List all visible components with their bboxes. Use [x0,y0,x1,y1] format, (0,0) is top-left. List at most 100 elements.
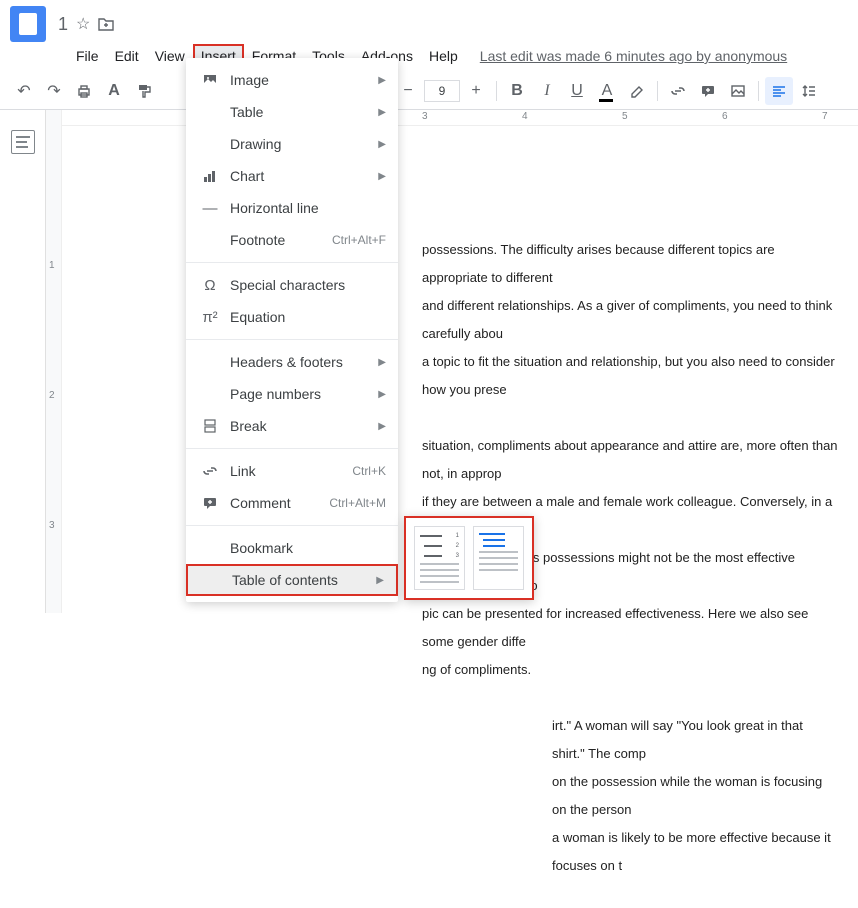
ruler-tick: 4 [522,111,528,122]
body-text: and different relationships. As a giver … [422,298,832,341]
insert-menu: Image ▶ Table ▶ Drawing ▶ Chart ▶ — Hori… [186,58,398,602]
menu-divider [186,339,398,340]
submenu-arrow-icon: ▶ [378,75,386,86]
break-icon [198,418,222,434]
submenu-arrow-icon: ▶ [378,171,386,182]
underline-icon[interactable]: U [563,77,591,105]
bold-icon[interactable]: B [503,77,531,105]
menu-divider [186,262,398,263]
menu-item-table[interactable]: Table ▶ [186,96,398,128]
highlight-icon[interactable] [623,77,651,105]
menu-item-drawing[interactable]: Drawing ▶ [186,128,398,160]
menu-item-table-of-contents[interactable]: Table of contents ▶ [186,564,398,596]
text-color-icon[interactable]: A [593,77,621,105]
body-text: a topic to fit the situation and relatio… [422,354,835,397]
menu-label: Break [230,418,378,434]
document-title[interactable]: 1 [58,14,68,35]
spellcheck-icon[interactable]: A [100,77,128,105]
menu-label: Chart [230,168,378,184]
paint-format-icon[interactable] [130,77,158,105]
menu-label: Bookmark [230,540,386,556]
menu-bar: File Edit View Insert Format Tools Add-o… [0,44,858,72]
ruler-tick: 3 [422,111,428,122]
shortcut-text: Ctrl+K [352,464,386,478]
docs-logo-icon[interactable] [10,6,46,42]
comment-icon[interactable] [694,77,722,105]
ruler-tick: 7 [822,111,828,122]
submenu-arrow-icon: ▶ [378,107,386,118]
menu-item-page-numbers[interactable]: Page numbers ▶ [186,378,398,410]
line-spacing-icon[interactable] [795,77,823,105]
menu-item-break[interactable]: Break ▶ [186,410,398,442]
menu-label: Drawing [230,136,378,152]
body-text: on the possession while the woman is foc… [552,774,822,817]
ruler-tick: 1 [49,260,55,271]
menu-edit[interactable]: Edit [107,44,147,68]
menu-item-comment[interactable]: Comment Ctrl+Alt+M [186,487,398,519]
menu-label: Horizontal line [230,200,386,216]
document-outline-icon[interactable] [11,130,35,154]
title-bar: 1 ☆ [0,0,858,44]
menu-file[interactable]: File [68,44,107,68]
link-icon[interactable] [664,77,692,105]
submenu-arrow-icon: ▶ [378,357,386,368]
separator [657,81,658,101]
menu-item-equation[interactable]: π² Equation [186,301,398,333]
menu-label: Comment [230,495,329,511]
menu-divider [186,448,398,449]
comment-icon [198,495,222,511]
body-text: a woman is likely to be more effective b… [552,830,831,873]
menu-help[interactable]: Help [421,44,466,68]
ruler-tick: 3 [49,520,55,531]
separator [758,81,759,101]
body-text: possessions. The difficulty arises becau… [422,242,775,285]
align-left-icon[interactable] [765,77,793,105]
font-size-input[interactable]: 9 [424,80,460,102]
pi-icon: π² [198,309,222,326]
toolbar: ↶ ↷ A − 9 + B I U A [0,72,858,110]
body-text: situation, compliments about appearance … [422,438,838,481]
menu-label: Image [230,72,378,88]
menu-item-special-characters[interactable]: Ω Special characters [186,269,398,301]
menu-item-link[interactable]: Link Ctrl+K [186,455,398,487]
image-icon [198,72,222,88]
font-size-dec-icon[interactable]: − [394,77,422,105]
undo-icon[interactable]: ↶ [10,77,38,105]
image-icon[interactable] [724,77,752,105]
menu-label: Footnote [230,232,332,248]
submenu-arrow-icon: ▶ [376,575,384,586]
separator [496,81,497,101]
menu-item-footnote[interactable]: Footnote Ctrl+Alt+F [186,224,398,256]
menu-label: Equation [230,309,386,325]
menu-label: Link [230,463,352,479]
menu-item-headers-footers[interactable]: Headers & footers ▶ [186,346,398,378]
body-text: ng of compliments. [422,662,531,677]
print-icon[interactable] [70,77,98,105]
menu-label: Page numbers [230,386,378,402]
submenu-arrow-icon: ▶ [378,421,386,432]
menu-divider [186,525,398,526]
last-edit-link[interactable]: Last edit was made 6 minutes ago by anon… [480,48,787,64]
ruler-tick: 6 [722,111,728,122]
menu-item-bookmark[interactable]: Bookmark [186,532,398,564]
left-gutter [0,110,46,613]
redo-icon[interactable]: ↷ [40,77,68,105]
toc-option-links[interactable] [473,526,524,590]
page-number-preview: 1 [456,533,459,539]
chart-icon [198,168,222,184]
move-icon[interactable] [98,17,114,31]
ruler-tick: 5 [622,111,628,122]
submenu-arrow-icon: ▶ [378,389,386,400]
menu-label: Special characters [230,277,386,293]
omega-icon: Ω [198,277,222,294]
menu-item-image[interactable]: Image ▶ [186,64,398,96]
toc-option-numbered[interactable]: 1 2 3 [414,526,465,590]
font-size-inc-icon[interactable]: + [462,77,490,105]
menu-item-horizontal-line[interactable]: — Horizontal line [186,192,398,224]
body-text: irt." A woman will say "You look great i… [552,718,803,761]
body-text: pic can be presented for increased effec… [422,606,808,649]
star-icon[interactable]: ☆ [76,14,90,34]
menu-item-chart[interactable]: Chart ▶ [186,160,398,192]
italic-icon[interactable]: I [533,77,561,105]
page-number-preview: 3 [456,553,459,559]
